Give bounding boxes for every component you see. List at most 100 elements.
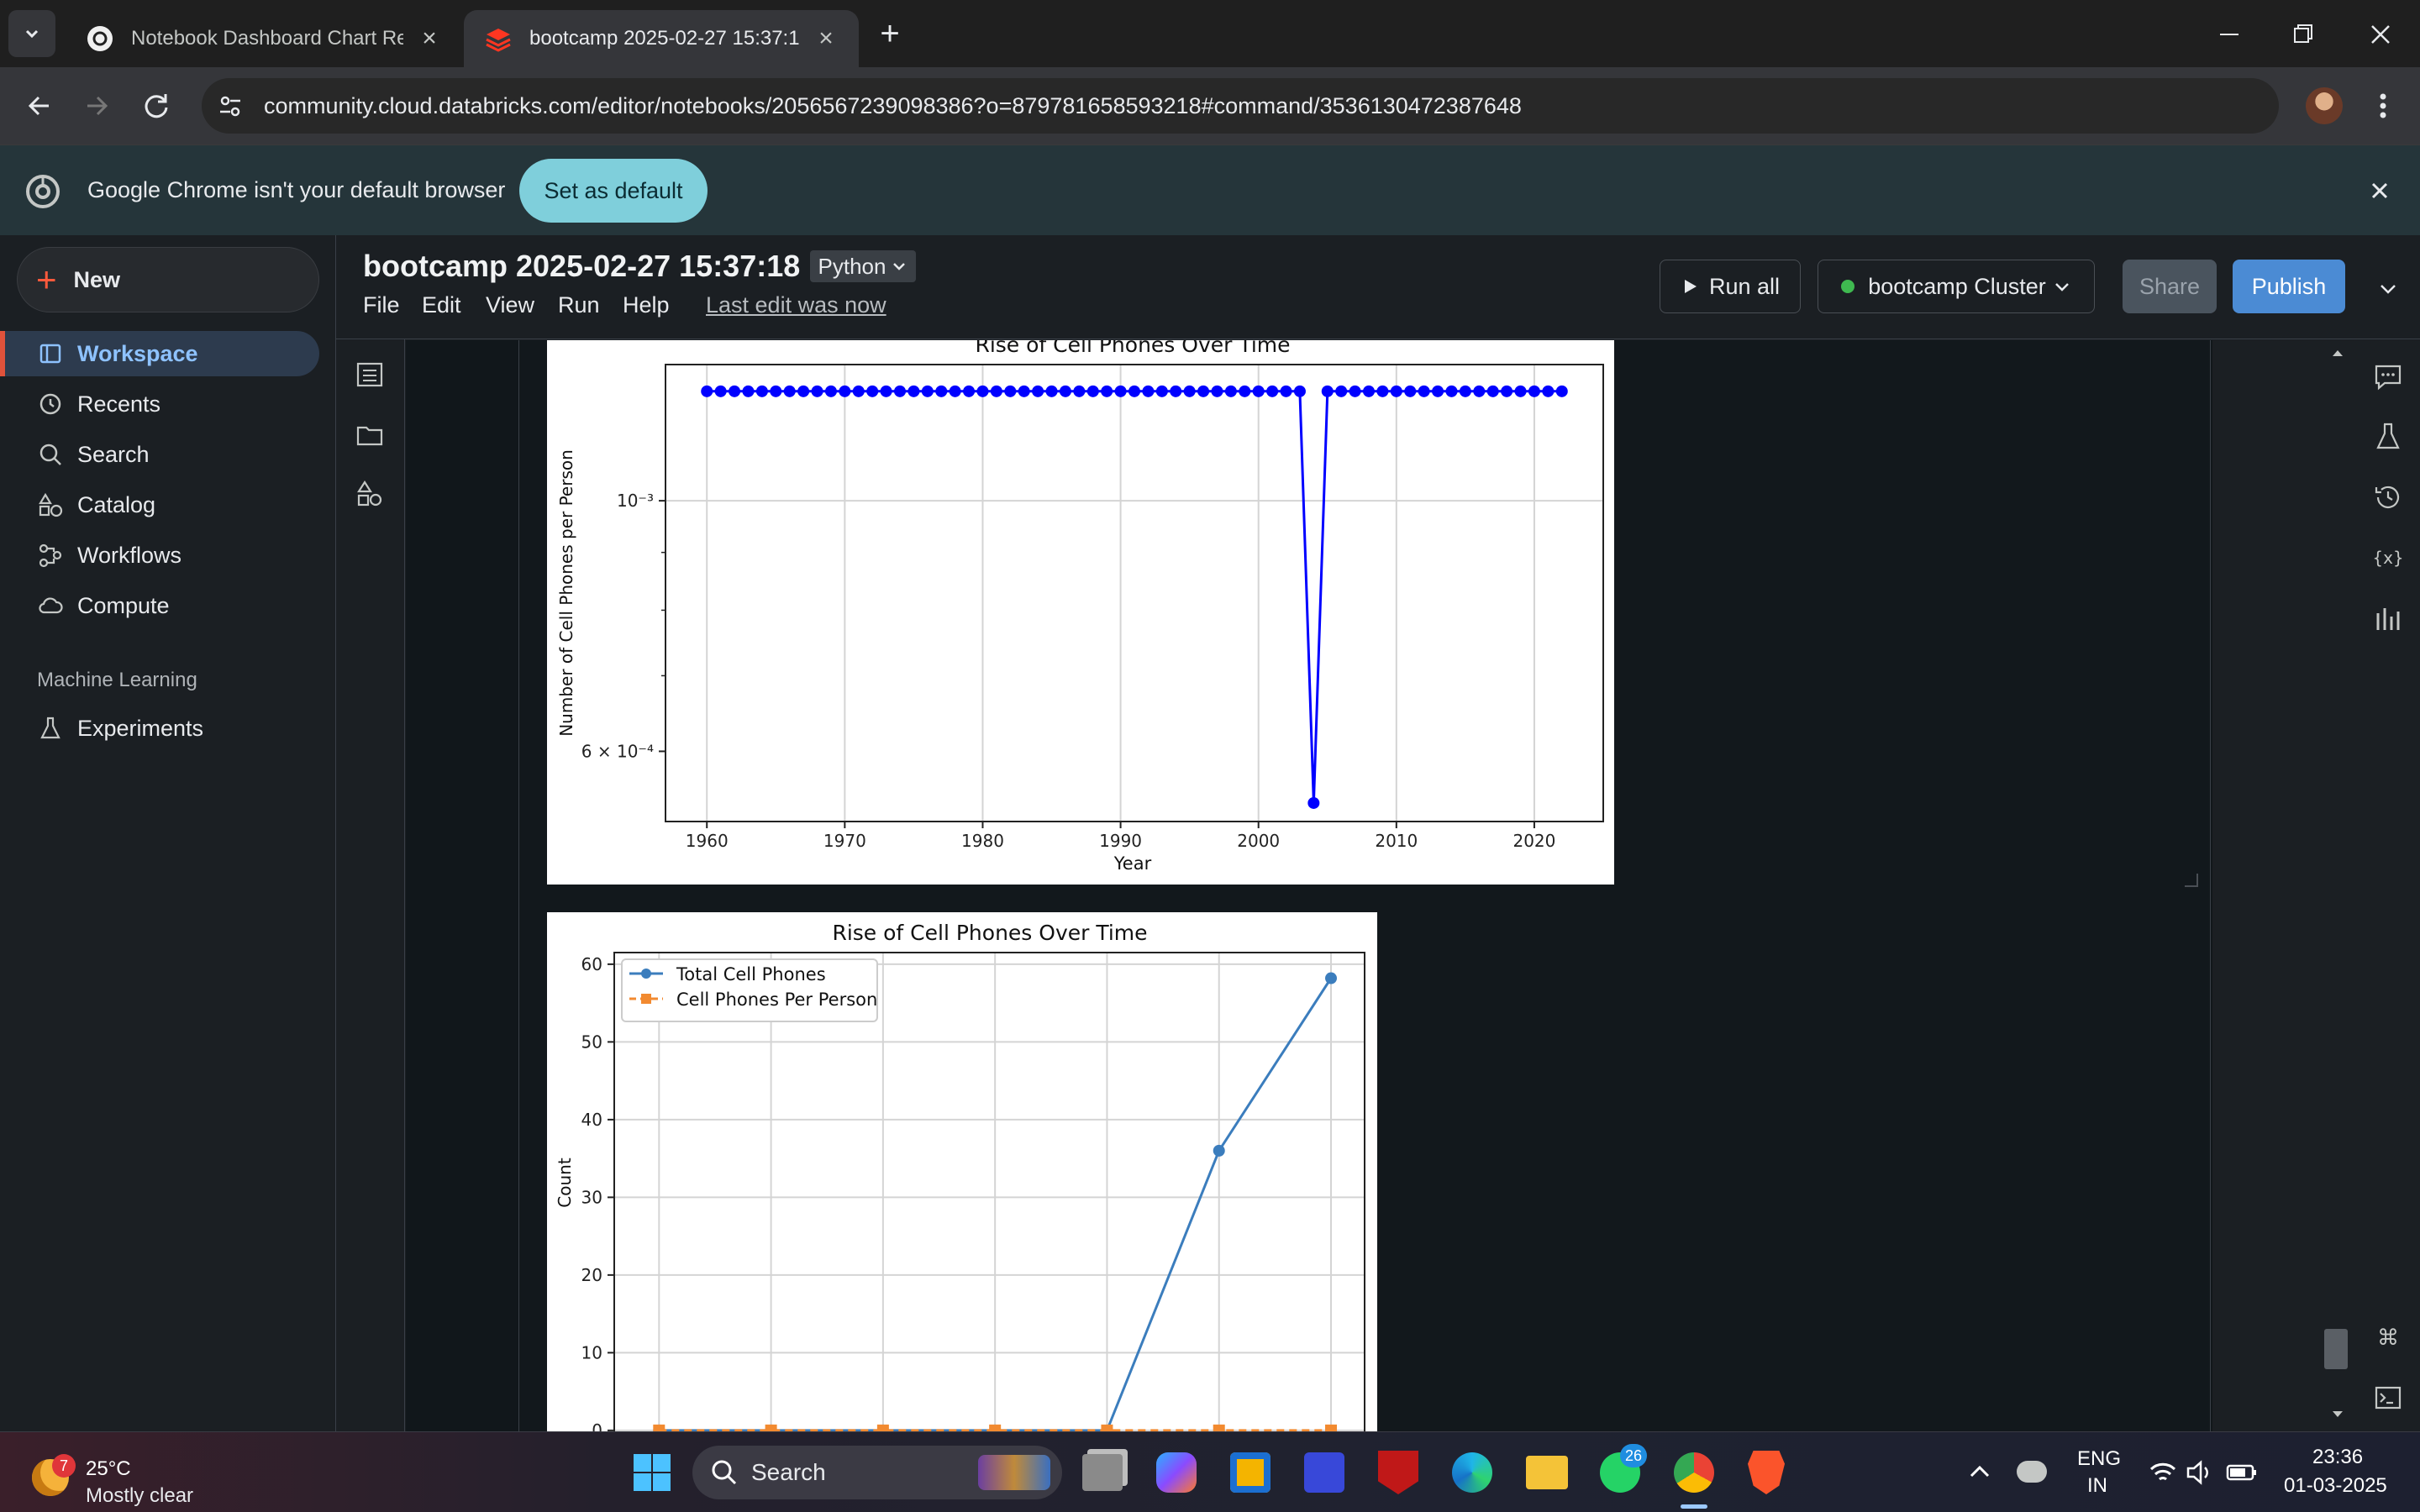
taskbar-search-box[interactable]: Search [692, 1446, 1062, 1499]
chart-1-point [1266, 385, 1279, 397]
chart-1-point [1390, 385, 1402, 397]
microsoft-store-icon[interactable] [1230, 1452, 1270, 1493]
table-of-contents-icon[interactable] [355, 360, 385, 390]
back-button[interactable] [18, 86, 59, 126]
search-icon [39, 444, 61, 465]
terminal-icon[interactable] [2371, 1381, 2405, 1415]
task-view-icon[interactable] [1082, 1454, 1123, 1491]
sidebar-item-catalog[interactable]: Catalog [0, 482, 319, 528]
run-all-button[interactable]: Run all [1660, 260, 1801, 313]
chatgpt-icon [87, 26, 113, 51]
sidebar-item-workspace[interactable]: Workspace [0, 331, 319, 376]
minimize-icon [2220, 34, 2238, 35]
language-selector[interactable]: Python [810, 250, 916, 282]
sidebar-item-experiments[interactable]: Experiments [0, 706, 319, 751]
new-button[interactable]: + New [17, 247, 319, 312]
language-indicator-2[interactable]: IN [2087, 1474, 2107, 1498]
reload-button[interactable] [136, 86, 176, 126]
sidebar-item-search[interactable]: Search [0, 432, 319, 477]
legend-marker-per-person [641, 994, 651, 1004]
menu-edit[interactable]: Edit [422, 292, 461, 318]
brave-icon[interactable] [1748, 1451, 1785, 1494]
cell-resize-handle[interactable] [2185, 874, 2198, 887]
chart-2-point-per-person [876, 1424, 889, 1431]
shapes-icon[interactable] [355, 479, 385, 509]
battery-icon[interactable] [2225, 1457, 2259, 1488]
forward-button[interactable] [77, 86, 118, 126]
restore-icon [2294, 24, 2312, 43]
last-edit-link[interactable]: Last edit was now [706, 292, 886, 318]
chart-1-point [1486, 385, 1499, 397]
menu-view[interactable]: View [486, 292, 534, 318]
taskbar-search-label: Search [751, 1459, 826, 1485]
profile-avatar[interactable] [2306, 87, 2343, 124]
search-icon [712, 1460, 737, 1485]
chevron-down-icon [2381, 285, 2396, 294]
close-window-button[interactable] [2360, 13, 2402, 55]
menu-run[interactable]: Run [558, 292, 600, 318]
sidebar-item-workflows[interactable]: Workflows [0, 533, 319, 578]
sidebar-item-label: Workspace [77, 340, 198, 366]
chart-1-point [1335, 385, 1348, 397]
chart-1-point [701, 385, 713, 397]
tray-overflow-icon[interactable] [1966, 1459, 1993, 1486]
bar-chart-icon[interactable] [2371, 601, 2405, 635]
scroll-up-icon [2333, 350, 2343, 356]
cloud-icon [39, 597, 63, 614]
comment-icon[interactable] [2371, 360, 2405, 393]
history-icon[interactable] [2371, 480, 2405, 514]
clock-date[interactable]: 01-03-2025 [2284, 1474, 2387, 1498]
chart-1-point [824, 385, 837, 397]
vscode-icon[interactable] [1304, 1452, 1344, 1493]
content-scrollbar[interactable] [2323, 339, 2353, 1431]
browser-tab-chatgpt[interactable]: Notebook Dashboard Chart Rec × [66, 10, 462, 67]
weather-widget[interactable]: 7 25°C Mostly clear [27, 1444, 212, 1507]
chart-1-xtick-label: 1990 [1099, 831, 1142, 851]
infobar-close-button[interactable] [2360, 171, 2400, 211]
menu-help[interactable]: Help [623, 292, 670, 318]
close-icon[interactable]: × [417, 24, 442, 53]
flask-icon[interactable] [2371, 420, 2405, 454]
header-more-button[interactable] [2371, 272, 2405, 306]
chart-1-xtick-label: 2000 [1237, 831, 1280, 851]
set-as-default-button[interactable]: Set as default [519, 159, 708, 223]
chart-1-series [701, 385, 1568, 809]
language-indicator-1[interactable]: ENG [2077, 1447, 2121, 1471]
menu-file[interactable]: File [363, 292, 400, 318]
cluster-selector[interactable]: bootcamp Cluster [1818, 260, 2095, 313]
onedrive-icon[interactable] [2017, 1461, 2047, 1483]
windows-start-icon[interactable] [632, 1452, 672, 1493]
file-explorer-icon[interactable] [1526, 1456, 1568, 1489]
clock-icon [39, 393, 61, 415]
clock-time[interactable]: 23:36 [2312, 1446, 2363, 1469]
edge-icon[interactable] [1452, 1452, 1492, 1493]
copilot-icon[interactable] [1156, 1452, 1197, 1493]
chrome-taskbar-icon[interactable] [1674, 1452, 1714, 1493]
notebook-title[interactable]: bootcamp 2025-02-27 15:37:18 [363, 249, 800, 284]
restore-button[interactable] [2282, 13, 2324, 55]
workspace-icon [39, 344, 61, 364]
tab-search-button[interactable] [8, 10, 55, 57]
sidebar-item-recents[interactable]: Recents [0, 381, 319, 427]
chart-1-point [1542, 385, 1555, 397]
publish-button[interactable]: Publish [2233, 260, 2345, 313]
volume-icon[interactable] [2185, 1457, 2215, 1488]
sidebar-item-compute[interactable]: Compute [0, 583, 319, 628]
address-bar[interactable]: community.cloud.databricks.com/editor/no… [202, 78, 2279, 134]
active-app-indicator [1681, 1504, 1707, 1509]
share-button[interactable]: Share [2123, 260, 2217, 313]
wifi-icon[interactable] [2148, 1457, 2178, 1488]
browser-tab-databricks[interactable]: bootcamp 2025-02-27 15:37:18 × [464, 10, 859, 67]
chart-2-point-total [1325, 972, 1338, 984]
command-icon[interactable]: ⌘ [2371, 1320, 2405, 1354]
mcafee-icon[interactable] [1378, 1451, 1418, 1494]
chart-1-point [1073, 385, 1086, 397]
folder-icon[interactable] [355, 420, 385, 450]
browser-menu-button[interactable] [2368, 86, 2398, 126]
new-tab-button[interactable]: + [871, 15, 909, 54]
scrollbar-thumb[interactable] [2324, 1329, 2348, 1369]
close-icon[interactable]: × [813, 24, 839, 53]
variables-icon[interactable]: {x} [2371, 541, 2405, 575]
play-icon [1684, 280, 1697, 293]
minimize-button[interactable] [2208, 13, 2250, 55]
